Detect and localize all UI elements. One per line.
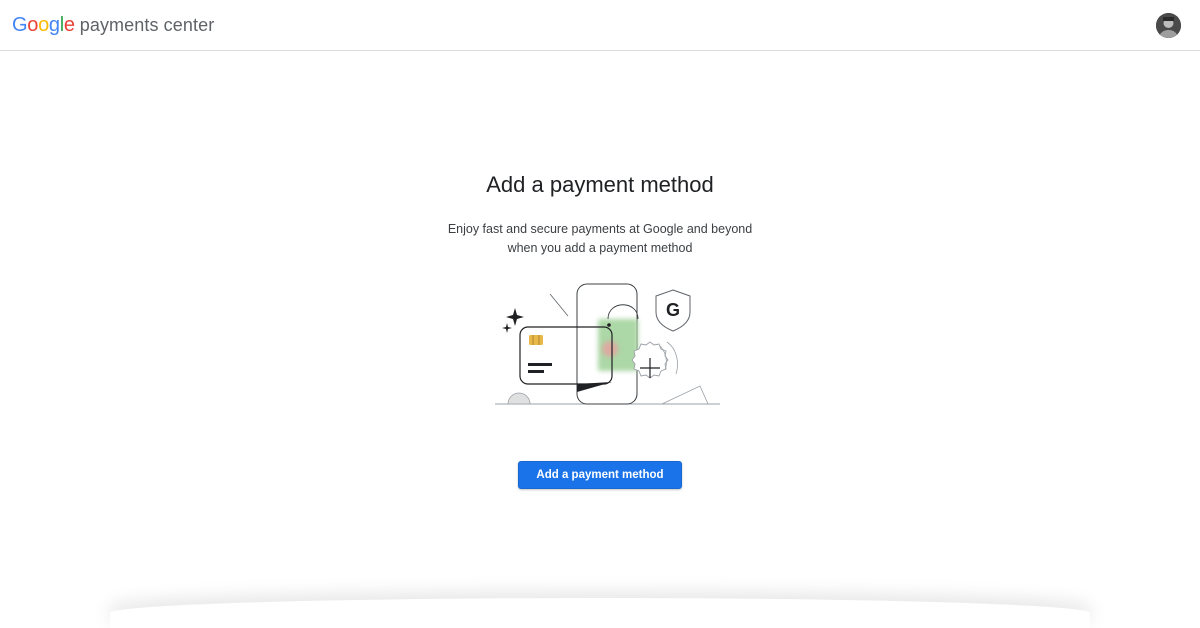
add-payment-method-button[interactable]: Add a payment method: [518, 461, 682, 489]
description-line-2: when you add a payment method: [507, 241, 693, 255]
page-description: Enjoy fast and secure payments at Google…: [0, 220, 1200, 258]
brand-logo[interactable]: Google payments center: [12, 14, 214, 38]
description-line-1: Enjoy fast and secure payments at Google…: [447, 222, 753, 236]
logo-letter: G: [12, 14, 28, 36]
top-app-bar: Google payments center: [0, 0, 1200, 51]
account-avatar[interactable]: [1156, 13, 1181, 38]
logo-letter: o: [38, 14, 49, 36]
logo-letter: e: [63, 14, 75, 36]
payment-cards-illustration-icon: G: [495, 283, 720, 405]
logo-letter: o: [27, 14, 39, 36]
logo-letter: g: [48, 14, 60, 36]
user-avatar-icon: [1156, 13, 1181, 38]
google-logo: Google: [12, 14, 75, 37]
shield-letter: G: [666, 300, 680, 320]
product-name: payments center: [79, 15, 215, 35]
page-title: Add a payment method: [486, 172, 714, 197]
